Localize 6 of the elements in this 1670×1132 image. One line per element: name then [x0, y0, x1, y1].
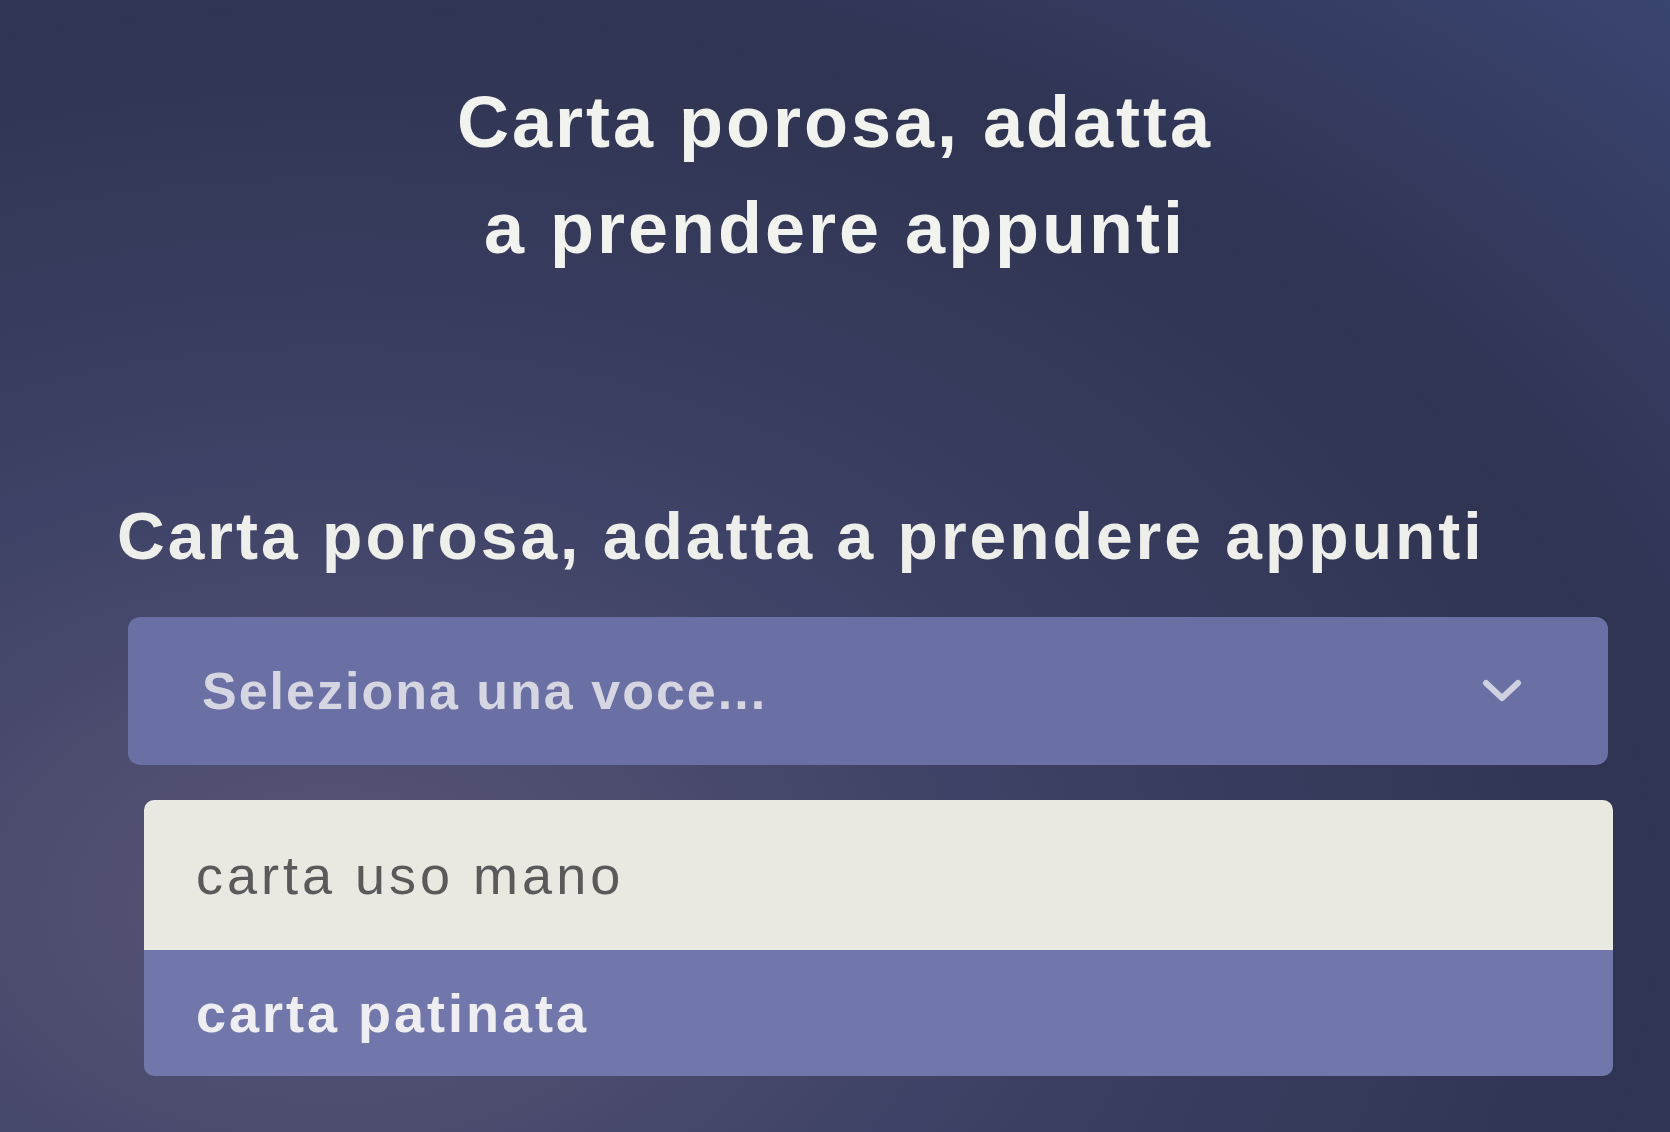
dropdown-option[interactable]: carta patinata [144, 950, 1613, 1076]
chevron-down-icon [1482, 679, 1522, 703]
question-label: Carta porosa, adatta a prendere appunti [117, 498, 1486, 575]
page-title: Carta porosa, adatta a prendere appunti [456, 81, 1214, 270]
dropdown-option[interactable]: carta uso mano [144, 800, 1613, 950]
select-dropdown[interactable]: Seleziona una voce... [128, 617, 1608, 765]
